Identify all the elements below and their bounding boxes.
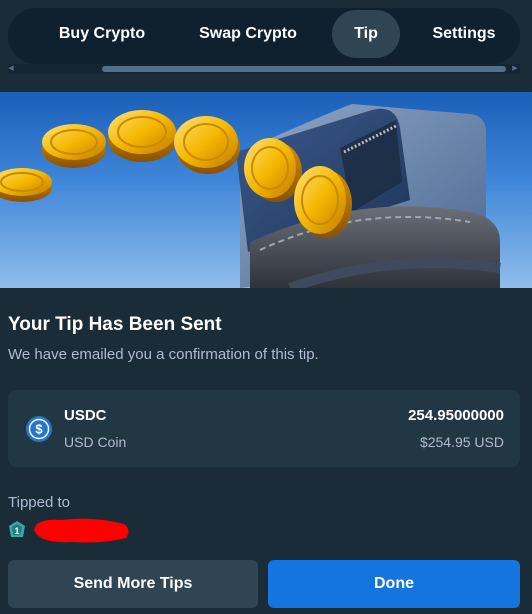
svg-text:1: 1 bbox=[14, 526, 19, 536]
send-more-tips-button[interactable]: Send More Tips bbox=[8, 560, 258, 608]
scrollbar-thumb[interactable] bbox=[102, 66, 506, 72]
tab-bar-container: Buy Crypto Swap Crypto Tip Settings ◀ ▶ bbox=[0, 0, 532, 92]
tipped-to-label: Tipped to bbox=[8, 494, 70, 511]
confirmation-subtitle: We have emailed you a confirmation of th… bbox=[8, 346, 319, 363]
coin-amount: 254.95000000 bbox=[408, 407, 504, 424]
tab-buy-crypto[interactable]: Buy Crypto bbox=[32, 10, 172, 58]
svg-text:$: $ bbox=[35, 422, 43, 437]
tip-amount-card: $ USDC USD Coin 254.95000000 $254.95 USD bbox=[8, 390, 520, 467]
page-title: Your Tip Has Been Sent bbox=[8, 314, 222, 335]
coin-symbol: USDC bbox=[64, 407, 107, 424]
scroll-left-arrow-icon[interactable]: ◀ bbox=[6, 64, 16, 74]
hero-illustration bbox=[0, 92, 532, 288]
tab-tip[interactable]: Tip bbox=[332, 10, 400, 58]
redacted-username bbox=[34, 518, 129, 543]
usdc-icon: $ bbox=[26, 416, 52, 442]
done-button[interactable]: Done bbox=[268, 560, 520, 608]
coin-name: USD Coin bbox=[64, 434, 127, 450]
coins-wallet-illustration bbox=[0, 104, 501, 288]
scroll-right-arrow-icon[interactable]: ▶ bbox=[510, 64, 520, 74]
coin-fiat-value: $254.95 USD bbox=[419, 434, 504, 450]
tab-settings[interactable]: Settings bbox=[418, 10, 510, 58]
tab-swap-crypto[interactable]: Swap Crypto bbox=[178, 10, 318, 58]
vip-badge-icon: 1 bbox=[9, 521, 25, 537]
